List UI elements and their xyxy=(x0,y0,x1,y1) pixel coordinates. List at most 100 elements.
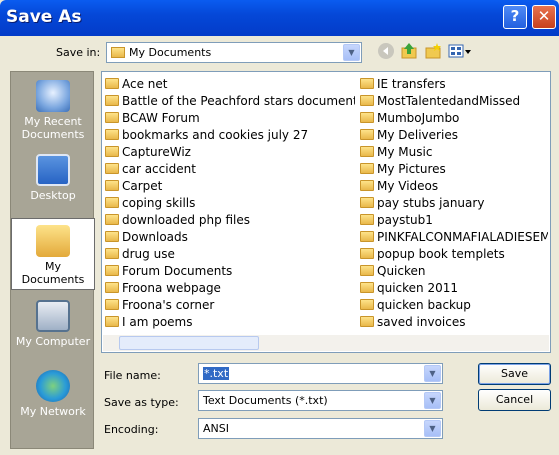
list-item[interactable]: Ace net xyxy=(105,75,355,92)
save-as-type-dropdown[interactable]: Text Documents (*.txt) ▼ xyxy=(198,390,443,411)
folder-icon xyxy=(105,146,119,157)
list-item[interactable]: My Videos xyxy=(360,177,548,194)
chevron-down-icon[interactable]: ▼ xyxy=(424,392,441,409)
list-item[interactable]: I am poems xyxy=(105,313,355,330)
my-network-icon xyxy=(36,370,70,402)
list-item-label: Ace net xyxy=(122,76,168,91)
list-item[interactable]: MumboJumbo xyxy=(360,109,548,126)
folder-icon xyxy=(105,163,119,174)
recent-documents-icon xyxy=(36,80,70,112)
list-item[interactable]: quicken backup xyxy=(360,296,548,313)
list-item[interactable]: PINKFALCONMAFIALADIESEMA xyxy=(360,228,548,245)
list-item-label: MostTalentedandMissed xyxy=(377,93,521,108)
place-label: My Recent Documents xyxy=(21,115,85,141)
file-name-value: *.txt xyxy=(203,367,230,380)
list-item[interactable]: BCAW Forum xyxy=(105,109,355,126)
save-button[interactable]: Save xyxy=(478,363,551,385)
list-item[interactable]: Forum Documents xyxy=(105,262,355,279)
back-icon[interactable] xyxy=(377,42,395,60)
place-my-computer[interactable]: My Computer xyxy=(11,294,95,364)
list-item-label: drug use xyxy=(122,246,175,261)
window-title: Save As xyxy=(6,7,82,27)
list-item-label: coping skills xyxy=(122,195,196,210)
views-menu-icon[interactable] xyxy=(448,42,472,60)
folder-icon xyxy=(111,47,125,58)
list-item-label: IE transfers xyxy=(377,76,446,91)
list-item[interactable]: Carpet xyxy=(105,177,355,194)
encoding-dropdown[interactable]: ANSI ▼ xyxy=(198,418,443,439)
list-item[interactable]: MostTalentedandMissed xyxy=(360,92,548,109)
folder-icon xyxy=(105,231,119,242)
desktop-icon xyxy=(36,154,70,186)
chevron-down-icon[interactable]: ▼ xyxy=(424,365,441,382)
folder-icon xyxy=(105,299,119,310)
list-item[interactable]: popup book templets xyxy=(360,245,548,262)
folder-icon xyxy=(360,78,374,89)
list-item[interactable]: My Pictures xyxy=(360,160,548,177)
list-item-label: quicken 2011 xyxy=(377,280,459,295)
list-item[interactable]: bookmarks and cookies july 27 xyxy=(105,126,355,143)
folder-icon xyxy=(105,129,119,140)
scrollbar-thumb[interactable] xyxy=(119,336,259,350)
place-label: My Network xyxy=(20,405,86,418)
chevron-down-icon[interactable]: ▼ xyxy=(424,420,441,437)
list-item[interactable]: downloaded php files xyxy=(105,211,355,228)
folder-icon xyxy=(105,78,119,89)
list-item[interactable]: CaptureWiz xyxy=(105,143,355,160)
chevron-down-icon[interactable]: ▼ xyxy=(343,44,360,61)
new-folder-icon[interactable] xyxy=(424,42,442,60)
folder-icon xyxy=(105,265,119,276)
list-item[interactable]: quicken 2011 xyxy=(360,279,548,296)
list-item-label: car accident xyxy=(122,161,196,176)
list-item-label: pay stubs january xyxy=(377,195,485,210)
save-in-dropdown[interactable]: My Documents ▼ xyxy=(106,42,362,63)
list-item-label: Froona's corner xyxy=(122,297,215,312)
place-my-recent-documents[interactable]: My Recent Documents xyxy=(11,74,95,144)
place-my-documents[interactable]: My Documents xyxy=(11,218,95,290)
folder-icon xyxy=(360,112,374,123)
place-desktop[interactable]: Desktop xyxy=(11,148,95,218)
list-item-label: popup book templets xyxy=(377,246,505,261)
folder-icon xyxy=(105,112,119,123)
cancel-button[interactable]: Cancel xyxy=(478,389,551,411)
list-item[interactable]: My Deliveries xyxy=(360,126,548,143)
folder-icon xyxy=(105,316,119,327)
folder-icon xyxy=(105,282,119,293)
folder-icon xyxy=(360,265,374,276)
up-folder-icon[interactable] xyxy=(400,42,418,60)
list-item[interactable]: Quicken xyxy=(360,262,548,279)
place-label: Desktop xyxy=(30,189,76,202)
list-item-label: bookmarks and cookies july 27 xyxy=(122,127,309,142)
place-my-network[interactable]: My Network xyxy=(11,364,95,434)
list-item-label: MumboJumbo xyxy=(377,110,460,125)
list-item[interactable]: IE transfers xyxy=(360,75,548,92)
save-as-dialog: Save in: My Documents ▼ My Recent Docume… xyxy=(0,36,559,455)
list-item[interactable]: saved invoices xyxy=(360,313,548,330)
list-item[interactable]: car accident xyxy=(105,160,355,177)
list-item[interactable]: My Music xyxy=(360,143,548,160)
list-item[interactable]: Froona webpage xyxy=(105,279,355,296)
folder-icon xyxy=(360,282,374,293)
places-bar: My Recent Documents Desktop My Documents… xyxy=(10,71,95,449)
close-button[interactable]: ✕ xyxy=(532,5,556,29)
list-item[interactable]: paystub1 xyxy=(360,211,548,228)
list-item-label: CaptureWiz xyxy=(122,144,191,159)
file-list[interactable]: Ace net Battle of the Peachford stars doc… xyxy=(101,71,551,353)
title-bar[interactable]: Save As ? ✕ xyxy=(0,0,559,36)
list-item[interactable]: Downloads xyxy=(105,228,355,245)
list-item-label: Froona webpage xyxy=(122,280,221,295)
list-item[interactable]: pay stubs january xyxy=(360,194,548,211)
list-item-label: Battle of the Peachford stars documents xyxy=(122,93,355,108)
list-item-label: downloaded php files xyxy=(122,212,251,227)
list-item[interactable]: drug use xyxy=(105,245,355,262)
folder-icon xyxy=(105,248,119,259)
list-item-label: Quicken xyxy=(377,263,426,278)
help-button[interactable]: ? xyxy=(503,5,527,29)
list-item[interactable]: Froona's corner xyxy=(105,296,355,313)
list-item[interactable]: coping skills xyxy=(105,194,355,211)
list-item[interactable]: Battle of the Peachford stars documents xyxy=(105,92,355,109)
file-name-input[interactable]: *.txt ▼ xyxy=(198,363,443,384)
save-as-type-label: Save as type: xyxy=(104,396,179,409)
horizontal-scrollbar[interactable] xyxy=(103,335,549,351)
list-item-label: I am poems xyxy=(122,314,193,329)
